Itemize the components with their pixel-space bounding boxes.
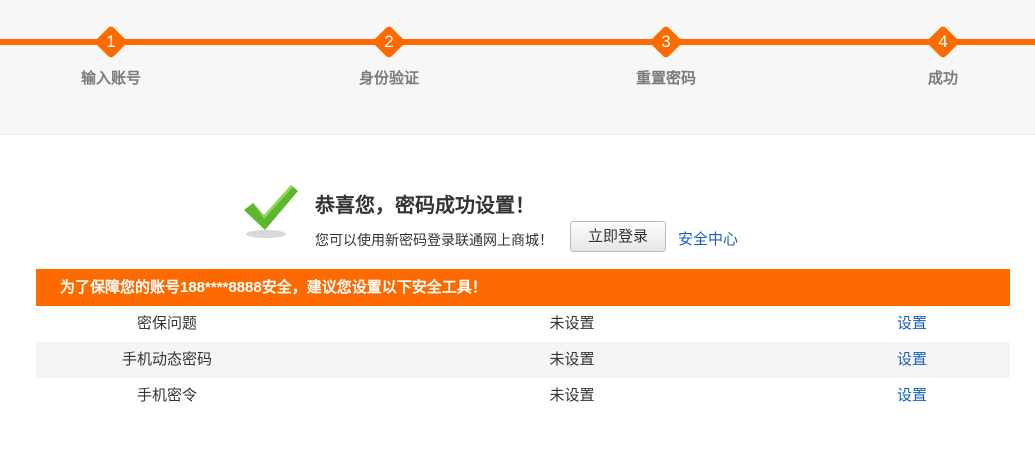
step-1-marker: 1 — [94, 25, 128, 59]
step-3: 3 重置密码 — [606, 25, 726, 88]
step-3-label: 重置密码 — [635, 70, 696, 87]
setup-link[interactable]: 设置 — [862, 342, 962, 378]
security-tip-banner: 为了保障您的账号188****8888安全，建议您设置以下安全工具！ — [36, 269, 1010, 306]
step-2-number: 2 — [384, 32, 394, 51]
step-1-number: 1 — [106, 32, 116, 51]
step-4-number: 4 — [938, 32, 948, 51]
security-center-link[interactable]: 安全中心 — [678, 228, 738, 249]
setup-link[interactable]: 设置 — [862, 306, 962, 342]
step-3-number: 3 — [661, 32, 671, 51]
step-1-label: 输入账号 — [80, 70, 141, 87]
tool-status: 未设置 — [549, 387, 595, 404]
success-title: 恭喜您，密码成功设置！ — [315, 195, 535, 217]
success-message: 您可以使用新密码登录联通网上商城！ — [315, 232, 553, 248]
checkmark-icon — [240, 180, 302, 240]
step-4-label: 成功 — [927, 70, 958, 87]
security-tools-list: 密保问题 未设置 设置 手机动态密码 未设置 设置 手机密令 未设置 设置 — [36, 306, 1010, 414]
tool-status: 未设置 — [549, 351, 595, 368]
tool-name: 手机动态密码 — [121, 351, 212, 368]
tool-status: 未设置 — [549, 315, 595, 332]
step-2: 2 身份验证 — [329, 25, 449, 88]
tool-row-security-question: 密保问题 未设置 设置 — [36, 306, 1010, 342]
step-2-marker: 2 — [372, 25, 406, 59]
setup-link[interactable]: 设置 — [862, 378, 962, 414]
tool-name: 手机密令 — [136, 387, 197, 404]
login-now-button[interactable]: 立即登录 — [570, 221, 666, 252]
tool-row-dynamic-password: 手机动态密码 未设置 设置 — [36, 342, 1010, 378]
step-progress-bar: 1 输入账号 2 身份验证 3 重置密码 4 成功 — [0, 0, 1035, 135]
step-2-label: 身份验证 — [358, 70, 419, 87]
step-1: 1 输入账号 — [51, 25, 171, 88]
step-4: 4 成功 — [883, 25, 1003, 88]
step-4-marker: 4 — [926, 25, 960, 59]
tool-name: 密保问题 — [136, 315, 197, 332]
step-3-marker: 3 — [649, 25, 683, 59]
tool-row-phone-token: 手机密令 未设置 设置 — [36, 378, 1010, 414]
